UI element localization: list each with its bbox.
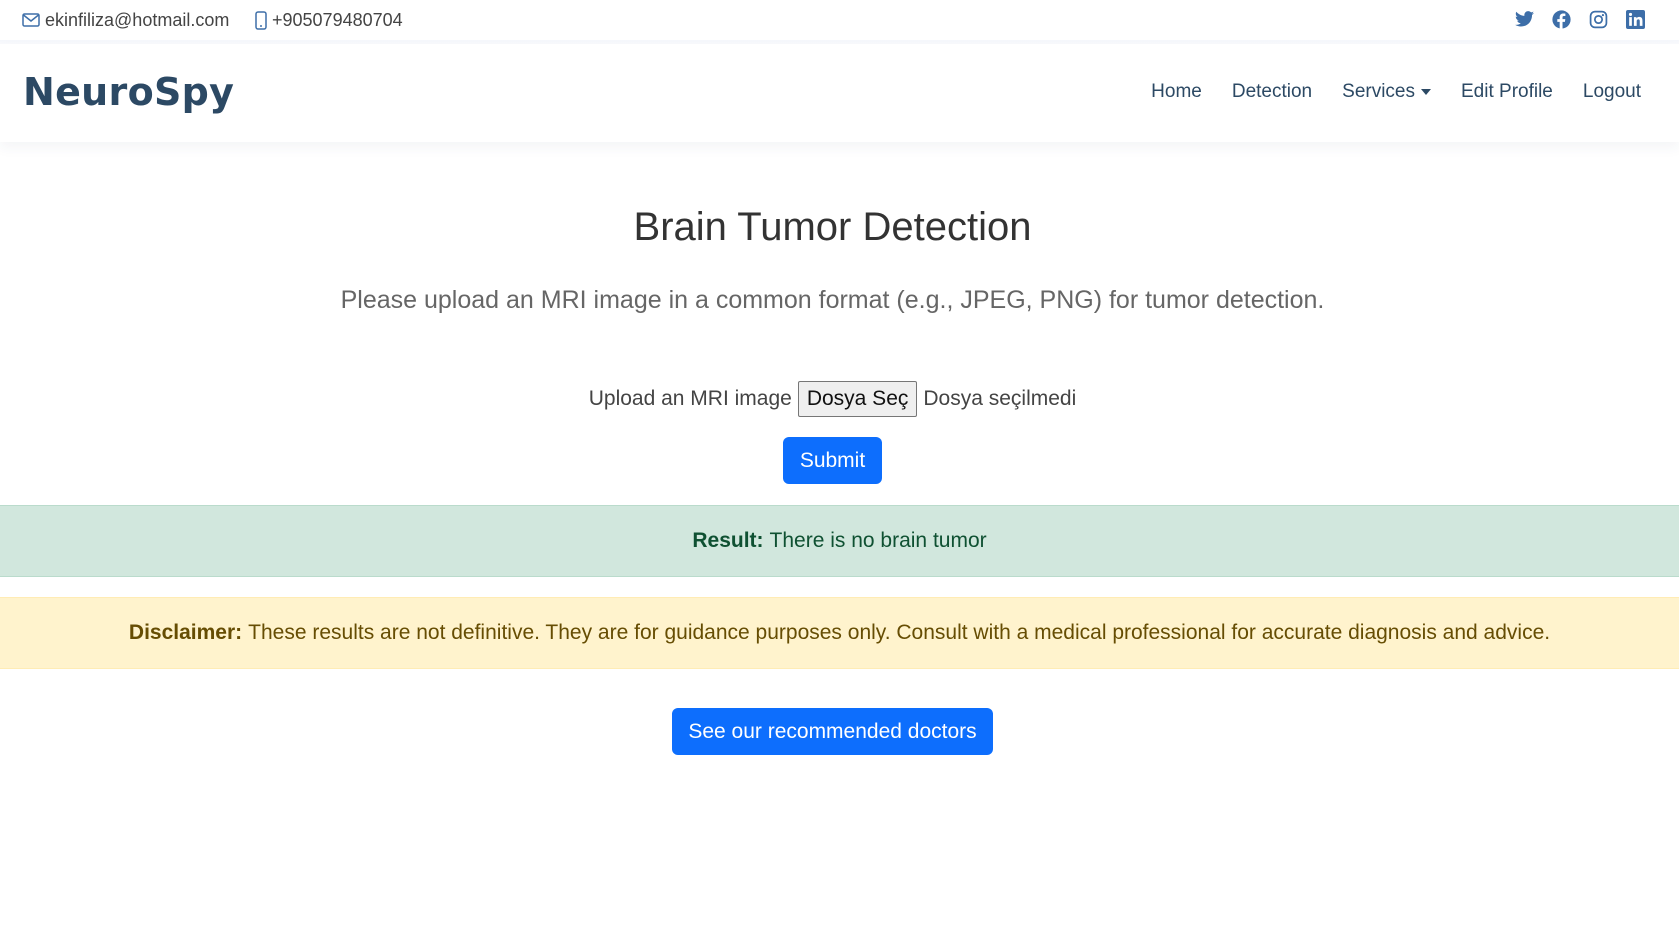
- disclaimer-alert: Disclaimer: These results are not defini…: [0, 597, 1679, 669]
- nav-menu: Home Detection Services Edit Profile Log…: [1151, 81, 1641, 103]
- phone-text[interactable]: +905079480704: [272, 10, 403, 31]
- contact-phone: +905079480704: [255, 9, 403, 31]
- disclaimer-text: These results are not definitive. They a…: [248, 621, 1551, 644]
- phone-icon: [255, 10, 267, 30]
- nav-home[interactable]: Home: [1151, 81, 1202, 103]
- social-links: [1514, 8, 1645, 30]
- disclaimer-label: Disclaimer:: [128, 621, 243, 644]
- choose-file-button[interactable]: Dosya Seç: [797, 381, 918, 417]
- recommended-doctors-button[interactable]: See our recommended doctors: [672, 708, 993, 755]
- email-text[interactable]: ekinfiliza@hotmail.com: [45, 10, 229, 31]
- site-logo[interactable]: NeuroSpy: [23, 70, 234, 114]
- upload-form: Upload an MRI image Dosya Seç Dosya seçi…: [0, 381, 1665, 417]
- result-text: There is no brain tumor: [769, 529, 987, 552]
- upload-label: Upload an MRI image: [588, 387, 792, 410]
- nav-edit-profile[interactable]: Edit Profile: [1461, 81, 1553, 103]
- submit-button[interactable]: Submit: [783, 437, 882, 484]
- result-label: Result:: [692, 529, 764, 552]
- page-title: Brain Tumor Detection: [633, 205, 1032, 249]
- nav-detection[interactable]: Detection: [1232, 81, 1312, 103]
- file-status-text: Dosya seçilmedi: [923, 387, 1077, 410]
- contact-email: ekinfiliza@hotmail.com: [22, 9, 229, 31]
- page-subtitle: Please upload an MRI image in a common f…: [340, 286, 1325, 314]
- nav-services-label: Services: [1342, 81, 1415, 102]
- twitter-icon[interactable]: [1514, 8, 1534, 30]
- instagram-icon[interactable]: [1588, 8, 1608, 30]
- topbar: ekinfiliza@hotmail.com +905079480704: [0, 0, 1679, 42]
- nav-logout[interactable]: Logout: [1583, 81, 1641, 103]
- linkedin-icon[interactable]: [1625, 8, 1645, 30]
- nav-services[interactable]: Services: [1342, 81, 1431, 103]
- caret-down-icon: [1421, 89, 1431, 95]
- result-alert: Result: There is no brain tumor: [0, 505, 1679, 577]
- facebook-icon[interactable]: [1551, 8, 1571, 30]
- main-navbar: NeuroSpy Home Detection Services Edit Pr…: [0, 44, 1679, 142]
- envelope-icon: [22, 13, 40, 27]
